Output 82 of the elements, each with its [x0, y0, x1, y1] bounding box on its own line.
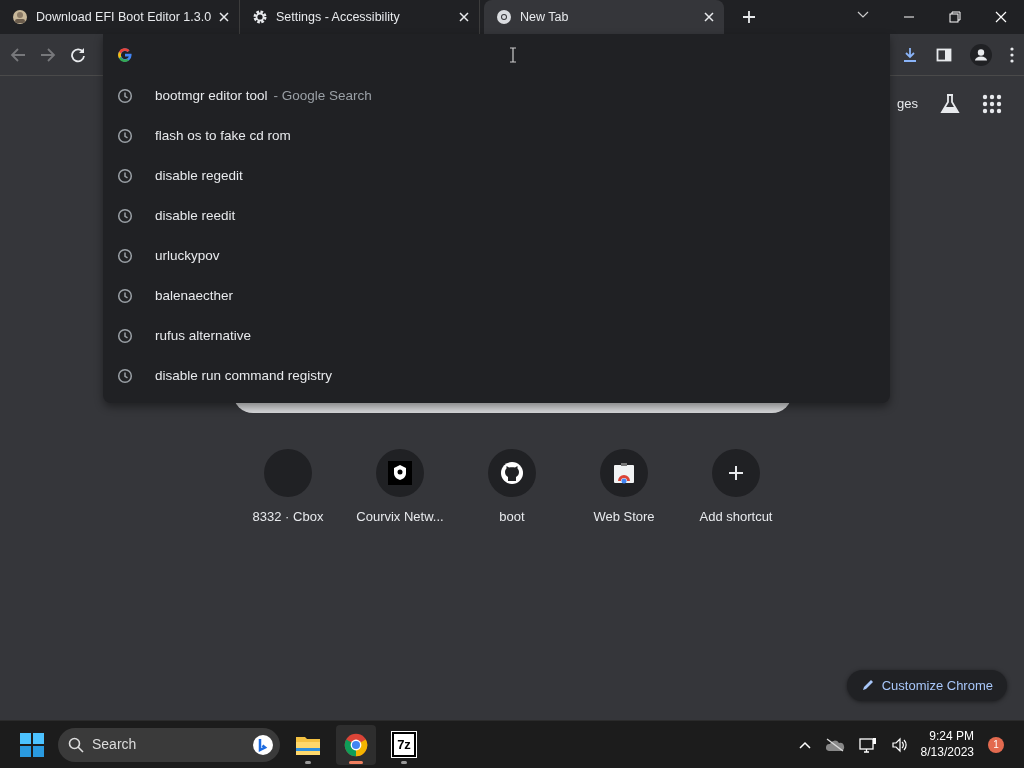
new-tab-icon[interactable] [742, 10, 756, 24]
tab-title: Download EFI Boot Editor 1.3.0 [36, 8, 211, 26]
suggestion-item[interactable]: rufus alternative [103, 316, 890, 356]
clock[interactable]: 9:24 PM 8/13/2023 [920, 728, 974, 761]
history-icon [117, 88, 133, 104]
shortcut-label: boot [499, 508, 525, 526]
suggestion-text: balenaecther [155, 286, 234, 305]
network-icon[interactable] [858, 736, 877, 753]
clock-time: 9:24 PM [928, 728, 974, 745]
more-icon[interactable] [1010, 46, 1014, 63]
back-icon[interactable] [10, 46, 26, 63]
forward-icon[interactable] [40, 46, 56, 63]
chevron-down-icon[interactable] [857, 11, 869, 19]
history-icon [117, 368, 133, 384]
suggestion-text: bootmgr editor tool [155, 86, 268, 105]
text-cursor-icon [509, 47, 517, 63]
history-icon [117, 128, 133, 144]
history-icon [117, 288, 133, 304]
github-icon [500, 461, 524, 485]
customize-button[interactable]: Customize Chrome [847, 669, 1007, 701]
taskbar-app[interactable]: 7z [384, 724, 424, 765]
header-link[interactable]: ges [897, 94, 918, 114]
suggestion-hint: - Google Search [273, 86, 372, 105]
suggestion-item[interactable]: flash os to fake cd rom [103, 116, 890, 156]
site-icon [12, 9, 28, 25]
restore-icon[interactable] [949, 11, 961, 23]
suggestion-item[interactable]: urluckypov [103, 236, 890, 276]
archiver-icon: 7z [392, 731, 416, 758]
shortcut-label: 8332 · Cbox [252, 508, 324, 526]
shortcut-tile[interactable]: boot [456, 449, 568, 527]
history-icon [117, 248, 133, 264]
search-placeholder: Search [92, 735, 138, 754]
shield-icon [388, 461, 412, 485]
suggestion-text: flash os to fake cd rom [155, 126, 291, 145]
shortcut-tile[interactable]: 8332 · Cbox [232, 449, 344, 527]
suggestion-item[interactable]: bootmgr editor tool - Google Search [103, 76, 890, 116]
suggestion-text: disable reedit [155, 206, 236, 225]
bing-icon [252, 733, 274, 756]
side-panel-icon[interactable] [936, 46, 952, 63]
profile-icon[interactable] [970, 43, 992, 66]
settings-icon [252, 9, 268, 25]
suggestion-item[interactable]: disable reedit [103, 196, 890, 236]
suggestion-text: rufus alternative [155, 326, 252, 345]
chevron-up-icon[interactable] [798, 740, 811, 749]
taskbar-search[interactable]: Search [58, 727, 280, 762]
suggestion-item[interactable]: disable run command registry [103, 356, 890, 396]
chrome-icon [344, 732, 368, 757]
start-icon[interactable] [20, 732, 44, 757]
suggestion-item[interactable]: balenaecther [103, 276, 890, 316]
history-icon [117, 328, 133, 344]
cloud-off-icon[interactable] [824, 737, 845, 752]
shortcut-label: Courvix Netw... [356, 508, 444, 526]
shortcut-label: Web Store [593, 508, 655, 526]
shortcut-tile[interactable]: Web Store [568, 449, 680, 527]
shortcut-label: Add shortcut [699, 508, 773, 526]
shortcut-tile[interactable]: Add shortcut [680, 449, 792, 527]
volume-icon[interactable] [890, 736, 907, 753]
reload-icon[interactable] [70, 46, 86, 63]
apps-grid-icon[interactable] [982, 94, 1002, 114]
chrome-icon [496, 9, 512, 25]
tab-title: Settings - Accessibility [276, 8, 401, 26]
pencil-icon [861, 678, 876, 693]
tab-title: New Tab [520, 8, 570, 26]
google-icon [117, 47, 133, 63]
close-icon[interactable] [704, 12, 714, 22]
suggestion-text: disable run command registry [155, 366, 333, 385]
download-icon[interactable] [902, 46, 918, 63]
shortcut-tile[interactable]: Courvix Netw... [344, 449, 456, 527]
clock-date: 8/13/2023 [920, 744, 974, 761]
search-icon [68, 736, 84, 753]
history-icon [117, 208, 133, 224]
taskbar-app[interactable] [336, 724, 376, 765]
suggestion-item[interactable]: disable regedit [103, 156, 890, 196]
browser-tab[interactable]: New Tab [484, 0, 724, 34]
plus-icon [728, 465, 744, 481]
suggestion-text: urluckypov [155, 246, 220, 265]
history-icon [117, 168, 133, 184]
close-icon[interactable] [219, 12, 229, 22]
store-icon [612, 461, 636, 485]
suggestion-text: disable regedit [155, 166, 243, 185]
flask-icon[interactable] [940, 94, 960, 114]
close-icon[interactable] [459, 12, 469, 22]
